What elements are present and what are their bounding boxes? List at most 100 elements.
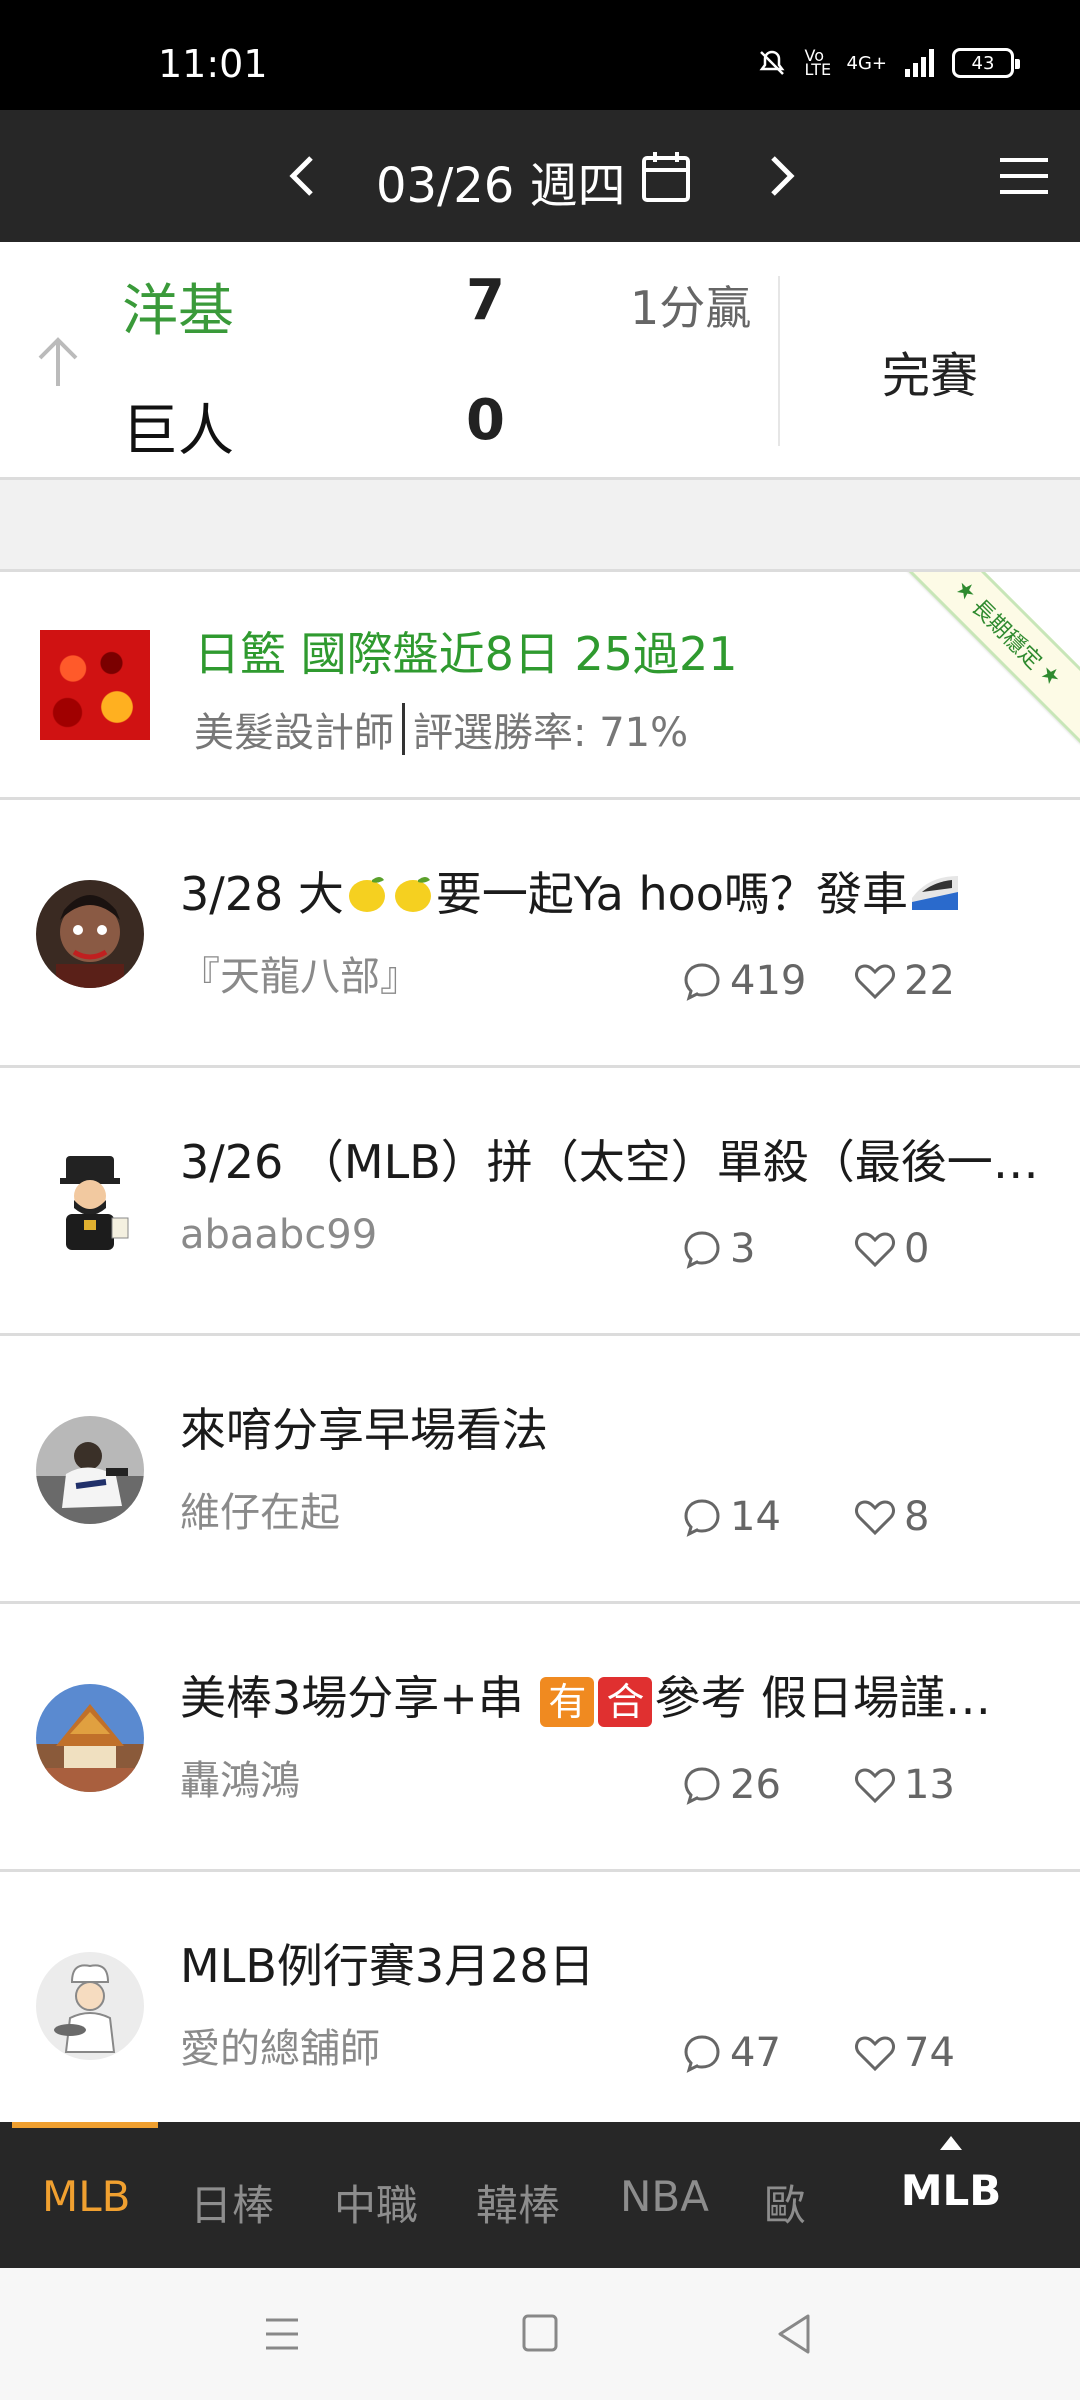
up-arrow-icon — [30, 332, 86, 392]
heart-icon — [855, 1232, 895, 1268]
home-team-name: 巨人 — [122, 399, 234, 464]
like-count[interactable]: 0 — [854, 1226, 929, 1272]
battery-icon: 43 — [952, 48, 1020, 78]
comment-icon — [684, 1767, 720, 1805]
star-icon: ★ — [1034, 659, 1067, 692]
post-item[interactable]: MLB例行賽3月28日 愛的總舖師 47 74 — [0, 1872, 1080, 2122]
triangle-back-icon — [778, 2314, 810, 2354]
chevron-right-icon — [771, 156, 795, 196]
post-title: MLB例行賽3月28日 — [180, 1939, 595, 1993]
game-scoreboard[interactable]: 洋基 7 1分贏 巨人 0 完賽 — [0, 242, 1080, 480]
chevron-left-icon — [289, 156, 313, 196]
comment-count-value: 26 — [730, 1762, 781, 1808]
like-count-value: 22 — [904, 958, 955, 1004]
recent-apps-button[interactable] — [252, 2308, 312, 2360]
heart-icon — [855, 2036, 895, 2072]
post-item[interactable]: 3/26 （MLB）拼（太空）單殺（最後一… abaabc99 3 0 — [0, 1068, 1080, 1336]
next-day-button[interactable] — [752, 144, 812, 208]
comment-icon — [684, 2035, 720, 2073]
status-time: 11:01 — [158, 42, 268, 86]
post-title: 來唷分享早場看法 — [180, 1403, 548, 1457]
post-title-text: 3/28 大 — [180, 867, 344, 921]
train-icon — [911, 876, 958, 910]
featured-meta: 美髮設計師 評選勝率: 71% — [194, 700, 688, 758]
like-count-value: 74 — [904, 2030, 955, 2076]
badge-you: 有 — [540, 1676, 595, 1727]
volte-icon: Vo LTE — [804, 46, 832, 79]
like-count-value: 13 — [904, 1762, 955, 1808]
comment-count-value: 3 — [730, 1226, 756, 1272]
post-author: 愛的總舖師 — [180, 2026, 380, 2072]
current-date[interactable]: 03/26 週四 — [376, 146, 626, 216]
badge-he: 合 — [598, 1676, 653, 1727]
result-note: 1分贏 — [630, 281, 752, 335]
league-selector-button[interactable]: MLB — [896, 2136, 1006, 2256]
calendar-icon[interactable] — [640, 150, 692, 204]
featured-title: 日籃 國際盤近8日 25過21 — [194, 627, 738, 681]
post-title-text: 要一起Ya hoo嗎？發車 — [435, 867, 908, 921]
post-item[interactable]: 來唷分享早場看法 維仔在起 14 8 — [0, 1336, 1080, 1604]
featured-thumbnail — [40, 630, 150, 740]
comment-icon — [684, 963, 720, 1001]
tab-kbo[interactable]: 韓棒 — [476, 2172, 560, 2233]
signal-icon — [905, 49, 934, 77]
post-author: abaabc99 — [180, 1212, 378, 1258]
comment-count-value: 47 — [730, 2030, 781, 2076]
post-author: 維仔在起 — [180, 1490, 340, 1536]
featured-post[interactable]: 日籃 國際盤近8日 25過21 美髮設計師 評選勝率: 71% ★ 長期穩定 ★ — [0, 572, 1080, 800]
like-count[interactable]: 8 — [854, 1494, 929, 1540]
post-item[interactable]: 3/28 大 要一起Ya hoo嗎？發車 『天龍八部』 419 22 — [0, 800, 1080, 1068]
comment-count: 47 — [682, 2030, 781, 2076]
like-count[interactable]: 22 — [854, 958, 955, 1004]
comment-count: 14 — [682, 1494, 781, 1540]
home-team-score: 0 — [466, 388, 505, 453]
tab-mlb[interactable]: MLB — [42, 2172, 130, 2221]
previous-day-button[interactable] — [272, 144, 332, 208]
menu-icon[interactable] — [996, 154, 1052, 200]
tab-europe[interactable]: 歐 — [764, 2172, 806, 2233]
away-team-score: 7 — [466, 268, 505, 333]
comment-count: 419 — [682, 958, 806, 1004]
tab-npb[interactable]: 日棒 — [190, 2172, 274, 2233]
heart-icon — [855, 1768, 895, 1804]
meta-separator — [402, 703, 405, 755]
comment-count-value: 419 — [730, 958, 807, 1004]
comment-icon — [684, 1499, 720, 1537]
heart-icon — [855, 1500, 895, 1536]
featured-win-rate: 評選勝率: 71% — [413, 710, 689, 756]
network-label: 4G+ — [846, 52, 887, 74]
post-title-text: 美棒3場分享+串 — [180, 1671, 539, 1725]
date-header: 03/26 週四 — [0, 110, 1080, 242]
back-button[interactable] — [766, 2308, 826, 2360]
post-title: 美棒3場分享+串 有合參考 假日場謹… — [180, 1662, 1050, 1728]
like-count[interactable]: 13 — [854, 1762, 955, 1808]
tab-nba[interactable]: NBA — [620, 2172, 709, 2221]
comment-count: 26 — [682, 1762, 781, 1808]
featured-author: 美髮設計師 — [194, 710, 394, 756]
avatar — [36, 1148, 144, 1256]
post-item[interactable]: 美棒3場分享+串 有合參考 假日場謹… 轟鴻鴻 26 13 — [0, 1604, 1080, 1872]
game-status: 完賽 — [882, 348, 979, 404]
comment-icon — [684, 1231, 720, 1269]
home-button[interactable] — [510, 2308, 570, 2360]
avatar — [36, 1684, 144, 1792]
menu-lines-icon — [266, 2318, 298, 2350]
post-title-text: 參考 假日場謹… — [654, 1671, 992, 1725]
post-author: 『天龍八部』 — [180, 954, 420, 1000]
divider — [778, 276, 780, 446]
active-tab-indicator — [12, 2122, 158, 2128]
post-title: 3/28 大 要一起Ya hoo嗎？發車 — [180, 858, 1050, 924]
caret-up-icon — [940, 2136, 962, 2150]
status-icons: Vo LTE 4G+ 43 — [757, 46, 1020, 79]
post-title: 3/26 （MLB）拼（太空）單殺（最後一… — [180, 1135, 1039, 1189]
avatar — [36, 1416, 144, 1524]
like-count-value: 8 — [904, 1494, 930, 1540]
tab-cpbl[interactable]: 中職 — [334, 2172, 418, 2233]
away-team-name: 洋基 — [122, 279, 234, 344]
status-bar: 11:01 Vo LTE 4G+ 43 — [0, 0, 1080, 110]
mute-icon — [759, 50, 785, 75]
comment-count-value: 14 — [730, 1494, 781, 1540]
heart-icon — [855, 964, 895, 1000]
ribbon-badge: ★ 長期穩定 ★ — [896, 572, 1080, 745]
like-count[interactable]: 74 — [854, 2030, 955, 2076]
